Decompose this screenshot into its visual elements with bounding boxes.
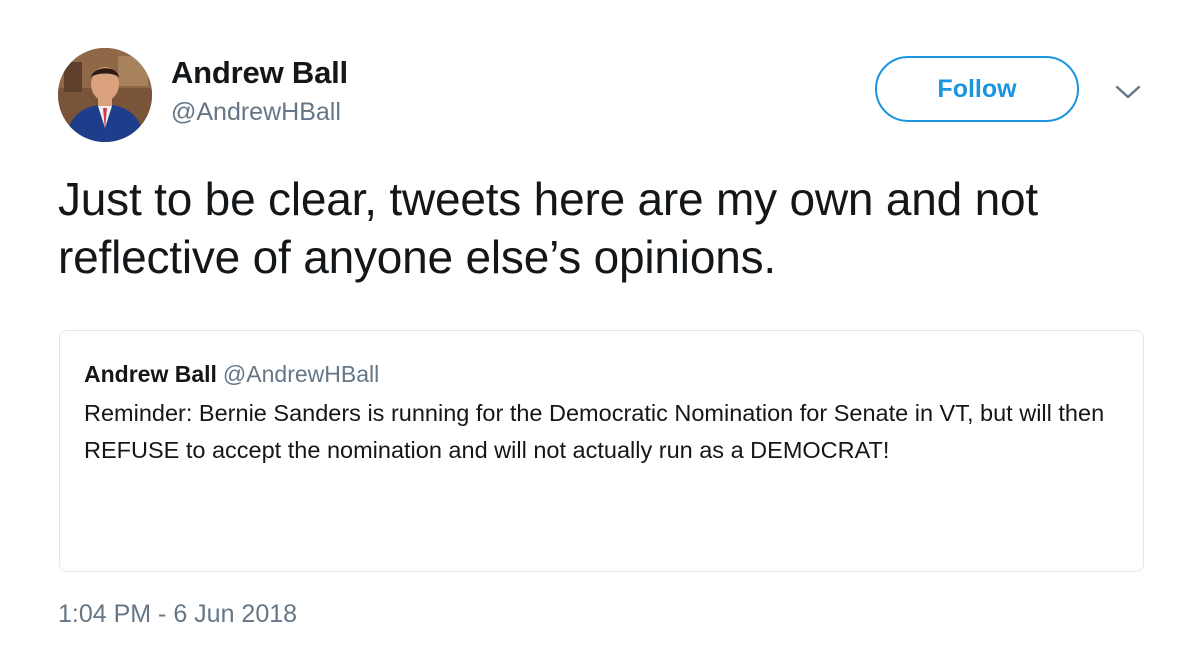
tweet-timestamp[interactable]: 1:04 PM - 6 Jun 2018 <box>58 600 297 629</box>
quoted-author-name: Andrew Ball <box>84 361 217 387</box>
tweet-text: Just to be clear, tweets here are my own… <box>58 173 1038 283</box>
avatar-photo <box>58 48 152 142</box>
chevron-down-icon <box>1115 85 1141 99</box>
avatar[interactable] <box>58 48 152 142</box>
quoted-tweet-header: Andrew Ball @AndrewHBall <box>84 361 379 388</box>
quoted-author-handle: @AndrewHBall <box>222 361 380 387</box>
quoted-tweet-text: Reminder: Bernie Sanders is running for … <box>84 400 1105 463</box>
follow-button[interactable]: Follow <box>875 56 1079 122</box>
tweet-card: Andrew Ball @AndrewHBall Follow Just to … <box>0 0 1200 649</box>
author-handle[interactable]: @AndrewHBall <box>171 98 341 127</box>
quoted-tweet[interactable]: Andrew Ball @AndrewHBall Reminder: Bernie… <box>59 330 1144 572</box>
tweet-menu-button[interactable] <box>1110 78 1146 106</box>
author-name[interactable]: Andrew Ball <box>171 55 348 91</box>
